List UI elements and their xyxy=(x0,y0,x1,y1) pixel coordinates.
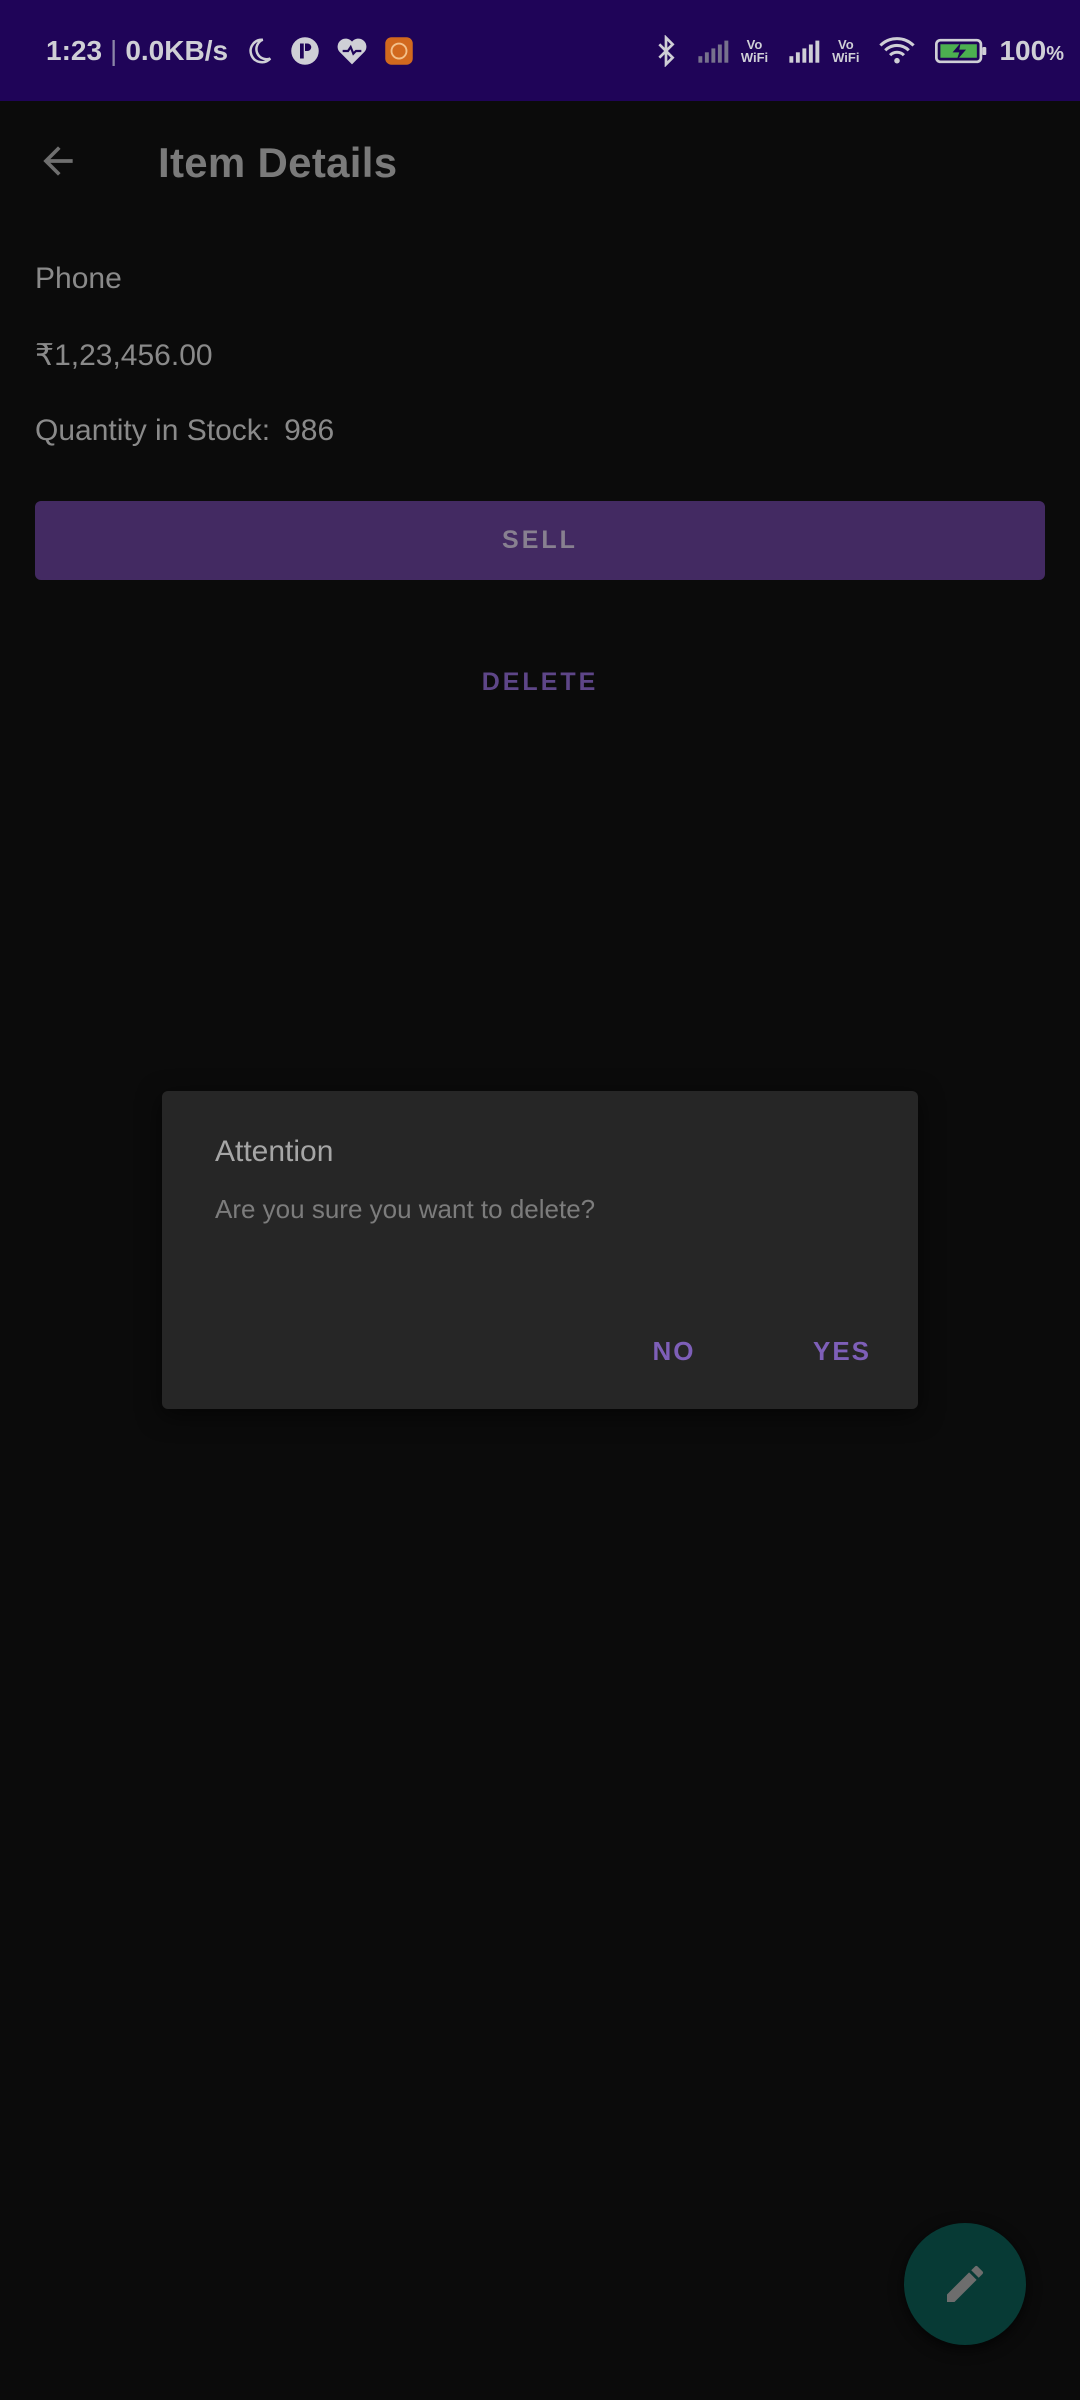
vowifi-top: Vo xyxy=(746,36,763,52)
wifi-icon xyxy=(879,36,916,65)
battery-percent: 100% xyxy=(999,35,1064,67)
back-button[interactable] xyxy=(26,129,90,193)
bluetooth-icon xyxy=(655,34,677,67)
status-right: Vo WiFi Vo WiFi 100% xyxy=(645,0,1064,101)
item-name: Phone xyxy=(35,262,122,295)
delete-button[interactable]: DELETE xyxy=(440,654,640,710)
edit-fab-button[interactable] xyxy=(904,2223,1026,2345)
vowifi-indicator: Vo WiFi xyxy=(832,38,859,64)
delete-confirm-dialog: Attention Are you sure you want to delet… xyxy=(162,1091,918,1409)
sell-button[interactable]: SELL xyxy=(35,501,1045,580)
battery-percent-value: 100 xyxy=(999,34,1047,66)
quantity-label: Quantity in Stock: xyxy=(35,414,271,447)
battery-percent-unit: % xyxy=(1046,42,1064,65)
item-quantity: Quantity in Stock: 986 xyxy=(35,414,334,448)
status-time: 1:23 xyxy=(46,34,103,66)
edit-pencil-icon xyxy=(947,2265,983,2302)
vowifi-indicator: Vo WiFi xyxy=(741,38,768,64)
status-separator: | xyxy=(110,34,118,66)
status-left: 1:23 | 0.0KB/s xyxy=(46,0,414,101)
battery-charging-icon xyxy=(935,37,989,65)
app-icon xyxy=(290,36,320,66)
app-badge-icon xyxy=(384,36,414,66)
quantity-value: 986 xyxy=(284,414,335,447)
page-title: Item Details xyxy=(158,139,398,186)
vowifi-bottom: WiFi xyxy=(832,49,860,65)
dialog-no-button[interactable]: NO xyxy=(624,1323,724,1379)
heart-icon xyxy=(336,36,368,66)
dialog-title: Attention xyxy=(215,1135,334,1168)
arrow-back-icon xyxy=(43,146,73,176)
signal-icon xyxy=(697,38,731,64)
item-price: ₹1,23,456.00 xyxy=(35,339,213,372)
vowifi-top: Vo xyxy=(837,36,854,52)
dialog-message: Are you sure you want to delete? xyxy=(215,1194,596,1224)
status-bar: 1:23 | 0.0KB/s Vo WiFi Vo WiFi 100% xyxy=(0,0,1080,101)
signal-icon xyxy=(788,38,822,64)
screen: 1:23 | 0.0KB/s Vo WiFi Vo WiFi 100% Item… xyxy=(0,0,1080,2400)
dialog-yes-button[interactable]: YES xyxy=(782,1323,902,1379)
status-network-speed: 0.0KB/s xyxy=(125,34,229,66)
moon-icon xyxy=(244,36,274,66)
app-bar: Item Details xyxy=(0,101,1080,229)
vowifi-bottom: WiFi xyxy=(740,49,769,65)
